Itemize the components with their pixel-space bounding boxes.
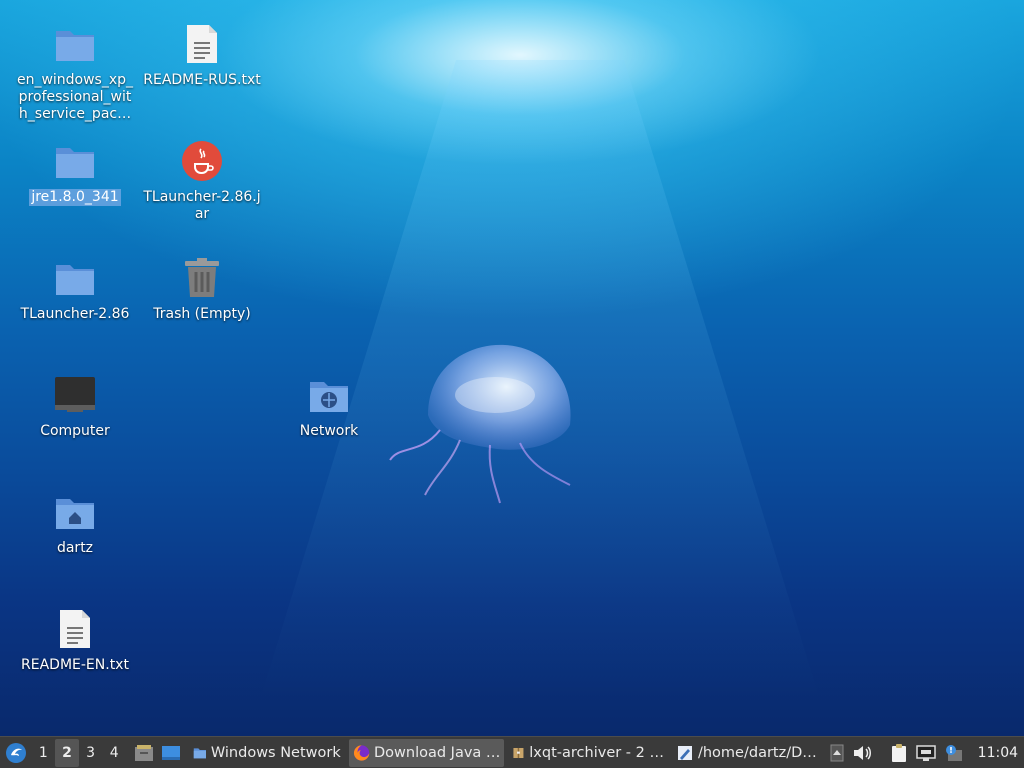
desktop-icon-label: Trash (Empty)	[153, 306, 251, 322]
update-notification-icon[interactable]	[944, 744, 964, 762]
desktop-icon-label: README-RUS.txt	[143, 72, 261, 88]
text-editor-icon	[677, 745, 692, 760]
text-file-icon	[180, 22, 224, 66]
task-download-java[interactable]: Download Java …	[348, 738, 505, 767]
network-folder-icon	[307, 373, 351, 417]
desktop-switch-4[interactable]: 4	[102, 739, 126, 767]
trash-icon	[180, 256, 224, 300]
quicklaunch-file-manager[interactable]	[130, 739, 158, 767]
desktop-icon-label: en_windows_xp_professional_with_service_…	[16, 72, 134, 122]
task-windows-network[interactable]: Windows Network	[189, 739, 345, 767]
desktop-icon-tlauncher-folder[interactable]: TLauncher-2.86	[13, 256, 137, 323]
desktop-icon-label: Computer	[40, 423, 110, 439]
archive-icon	[513, 747, 524, 758]
show-desktop-icon	[162, 745, 181, 760]
computer-icon	[53, 373, 97, 417]
home-folder-icon	[53, 490, 97, 534]
task-text-editor[interactable]: /home/dartz/D…	[672, 739, 826, 767]
desktop-icon-readme-rus[interactable]: README-RUS.txt	[140, 22, 264, 89]
desktop-icon-tlauncher-jar[interactable]: TLauncher-2.86.jar	[140, 139, 264, 223]
tray-menu-up-icon[interactable]	[830, 744, 844, 762]
clock[interactable]: 11:04	[978, 745, 1018, 761]
folder-icon	[53, 22, 97, 66]
desktop-icon-trash[interactable]: Trash (Empty)	[140, 256, 264, 323]
desktop-icon-label: TLauncher-2.86	[20, 306, 130, 322]
task-label: Download Java …	[373, 744, 501, 761]
desktop-icon-label: README-EN.txt	[21, 657, 129, 673]
desktop-switch-3[interactable]: 3	[79, 739, 103, 767]
task-label: lxqt-archiver - 2 …	[529, 744, 664, 761]
folder-icon	[53, 256, 97, 300]
task-label: /home/dartz/D…	[697, 744, 817, 761]
desktop-icon-home-dartz[interactable]: dartz	[13, 490, 137, 557]
desktop-icon-label: TLauncher-2.86.jar	[143, 189, 261, 222]
desktop-switch-2[interactable]: 2	[55, 738, 79, 767]
lxqt-logo-icon	[5, 742, 26, 763]
desktop-switch-1[interactable]: 1	[32, 739, 56, 767]
main-menu-button[interactable]	[0, 739, 32, 767]
taskbar: 1 2 3 4 Windows Network Download Java … …	[0, 736, 1024, 768]
desktop-icon-readme-en[interactable]: README-EN.txt	[13, 607, 137, 674]
desktop-icon-label: Network	[299, 423, 359, 439]
desktop-icon-jre-folder[interactable]: jre1.8.0_341	[13, 139, 137, 206]
desktop[interactable]: en_windows_xp_professional_with_service_…	[0, 0, 1024, 736]
quicklaunch-show-desktop[interactable]	[158, 739, 186, 767]
network-status-icon[interactable]	[915, 744, 936, 762]
desktop-icon-winxp-folder[interactable]: en_windows_xp_professional_with_service_…	[13, 22, 137, 123]
java-icon	[180, 139, 224, 183]
firefox-icon	[353, 744, 370, 761]
desktop-icon-network[interactable]: Network	[267, 373, 391, 440]
desktop-icon-label: dartz	[56, 540, 94, 556]
desktop-icon-label: jre1.8.0_341	[29, 189, 121, 206]
jellyfish-wallpaper	[389, 344, 571, 504]
folder-icon	[193, 747, 207, 758]
desktop-icon-computer[interactable]: Computer	[13, 373, 137, 440]
system-tray: 11:04	[830, 739, 1024, 767]
folder-icon	[53, 139, 97, 183]
task-lxqt-archiver[interactable]: lxqt-archiver - 2 …	[508, 739, 668, 767]
task-label: Windows Network	[210, 744, 341, 761]
text-file-icon	[53, 607, 97, 651]
file-manager-icon	[134, 744, 153, 761]
volume-icon[interactable]	[852, 744, 872, 762]
clipboard-icon[interactable]	[890, 743, 908, 763]
